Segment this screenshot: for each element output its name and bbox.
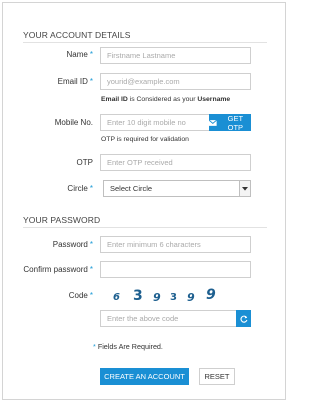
otp-label: OTP: [76, 158, 93, 167]
captcha-digit: 9: [206, 287, 216, 303]
captcha-digit: 3: [170, 292, 177, 303]
required-asterisk: *: [89, 77, 93, 86]
mobile-label: Mobile No.: [54, 118, 93, 127]
password-section-title: YOUR PASSWORD: [23, 215, 101, 225]
circle-select[interactable]: Select Circle: [103, 180, 251, 197]
password-divider: [23, 227, 267, 228]
captcha-digit: 3: [133, 288, 143, 304]
refresh-icon: [240, 315, 247, 323]
registration-form: YOUR ACCOUNT DETAILS Name* Email ID* Ema…: [2, 2, 286, 400]
captcha-image: 6 3 9 3 9 9: [113, 287, 223, 305]
captcha-digit: 6: [113, 292, 120, 303]
chevron-down-icon: [242, 186, 248, 191]
mobile-input[interactable]: [100, 114, 210, 131]
refresh-captcha-button[interactable]: [236, 310, 251, 327]
email-label: Email ID *: [57, 77, 93, 86]
captcha-digit: 9: [153, 291, 161, 304]
otp-hint: OTP is required for validation: [101, 136, 189, 143]
account-divider: [23, 42, 267, 43]
account-details-title: YOUR ACCOUNT DETAILS: [23, 30, 131, 40]
password-input[interactable]: [100, 236, 251, 253]
email-hint: Email ID is Considered as your Username: [101, 96, 231, 103]
confirm-password-label: Confirm password *: [23, 265, 93, 274]
confirm-password-input[interactable]: [100, 261, 251, 278]
required-asterisk: *: [89, 184, 93, 193]
required-asterisk: *: [89, 291, 93, 300]
required-asterisk: *: [89, 50, 93, 59]
password-label: Password *: [52, 240, 93, 249]
required-note: * Fields Are Required.: [93, 342, 163, 351]
captcha-input[interactable]: [100, 310, 237, 327]
get-otp-button[interactable]: GET OTP: [209, 114, 251, 132]
circle-label: Circle *: [67, 184, 93, 193]
required-asterisk: *: [89, 265, 93, 274]
select-arrow[interactable]: [239, 181, 250, 196]
envelope-icon: [209, 119, 217, 126]
captcha-digit: 9: [187, 291, 195, 304]
create-account-button[interactable]: CREATE AN ACCOUNT: [100, 368, 189, 385]
otp-input[interactable]: [100, 154, 251, 171]
reset-button[interactable]: RESET: [199, 368, 235, 385]
email-input[interactable]: [100, 73, 251, 90]
name-input[interactable]: [100, 47, 251, 64]
required-asterisk: *: [89, 240, 93, 249]
required-asterisk: *: [93, 342, 96, 351]
name-label: Name *: [66, 50, 93, 59]
code-label: Code *: [68, 291, 93, 300]
